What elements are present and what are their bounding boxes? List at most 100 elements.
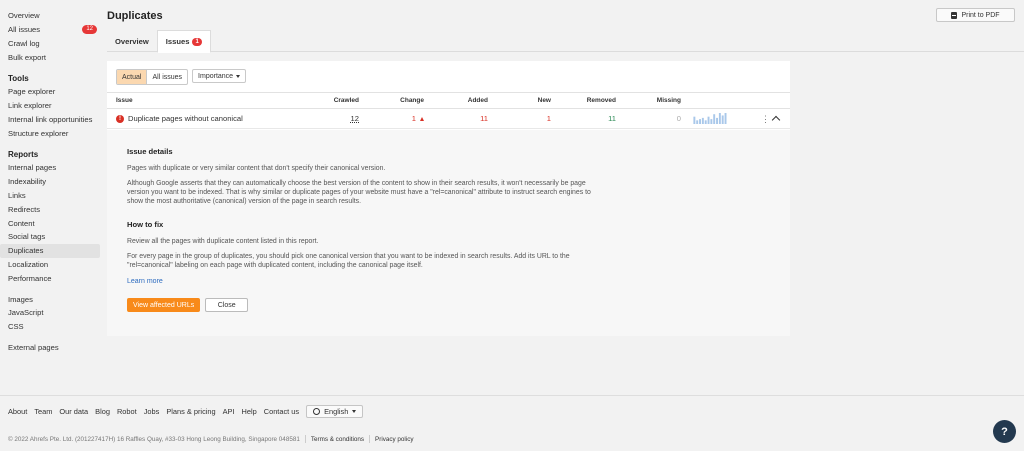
issue-details-summary: Pages with duplicate or very similar con… <box>127 165 386 172</box>
sparkline-bar <box>701 117 704 124</box>
pdf-icon <box>951 11 958 19</box>
page-title: Duplicates <box>107 10 163 22</box>
how-to-fix-summary: Review all the pages with duplicate cont… <box>127 238 319 245</box>
footer-link-jobs[interactable]: Jobs <box>144 407 160 416</box>
sidebar-heading-reports: Reports <box>8 149 39 159</box>
sidebar-item-page-explorer[interactable]: Page explorer <box>0 85 100 99</box>
removed-value[interactable]: 11 <box>608 114 616 123</box>
header-change[interactable]: Change <box>382 93 424 108</box>
removed-cell: 11 <box>575 109 616 128</box>
sidebar-item-content[interactable]: Content <box>0 216 100 230</box>
sidebar-item-css[interactable]: CSS <box>0 320 100 334</box>
header-new[interactable]: New <box>511 93 551 108</box>
issue-cell: ! Duplicate pages without canonical <box>116 109 243 128</box>
tab-overview[interactable]: Overview <box>107 30 157 52</box>
footer-link-team[interactable]: Team <box>34 407 52 416</box>
triangle-up-icon <box>420 116 424 121</box>
sidebar-item-social-tags[interactable]: Social tags <box>0 230 100 244</box>
sidebar-heading-tools: Tools <box>8 73 29 83</box>
footer-link-plans-pricing[interactable]: Plans & pricing <box>166 407 215 416</box>
close-button[interactable]: Close <box>205 298 249 312</box>
chevron-up-icon[interactable] <box>771 115 781 125</box>
issue-details-body: Although Google asserts that they can au… <box>127 180 591 205</box>
sidebar-item-overview[interactable]: Overview <box>0 9 100 23</box>
table-header: Issue Crawled Change Added New Removed M… <box>107 92 790 109</box>
footer-legal: © 2022 Ahrefs Pte. Ltd. (201227417H) 16 … <box>8 435 414 443</box>
sidebar-item-all-issues[interactable]: All issues 12 <box>0 23 100 37</box>
sidebar-item-internal-link-opportunities[interactable]: Internal link opportunities <box>0 113 100 127</box>
sparkline-bar <box>693 116 696 124</box>
missing-value: 0 <box>676 114 681 123</box>
terms-link[interactable]: Terms & conditions <box>311 436 364 443</box>
sidebar-item-indexability[interactable]: Indexability <box>0 175 100 189</box>
change-value[interactable]: 1 <box>412 114 416 123</box>
missing-cell: 0 <box>639 109 681 128</box>
trend-sparkline <box>693 113 727 124</box>
details-actions: View affected URLs Close <box>127 298 770 312</box>
chevron-down-icon <box>236 74 241 78</box>
sparkline-bar <box>718 113 721 124</box>
error-icon: ! <box>116 114 124 123</box>
chevron-down-icon <box>352 410 357 413</box>
sidebar-item-localization[interactable]: Localization <box>0 258 100 272</box>
header-crawled[interactable]: Crawled <box>319 93 359 108</box>
added-value[interactable]: 11 <box>480 114 488 123</box>
issues-count-badge: 12 <box>82 25 97 35</box>
footer-link-contact-us[interactable]: Contact us <box>264 407 299 416</box>
sidebar-item-link-explorer[interactable]: Link explorer <box>0 99 100 113</box>
importance-dropdown[interactable]: Importance <box>192 69 247 83</box>
copyright-text: © 2022 Ahrefs Pte. Ltd. (201227417H) 16 … <box>8 435 300 443</box>
how-to-fix-heading: How to fix <box>127 220 164 229</box>
change-cell: 1 <box>382 109 424 128</box>
sidebar-item-internal-pages[interactable]: Internal pages <box>0 161 100 175</box>
sidebar-item-redirects[interactable]: Redirects <box>0 202 100 216</box>
filter-bar: Actual All issues Importance <box>116 69 247 85</box>
sparkline-bar <box>699 119 701 124</box>
sparkline-bar <box>704 120 707 124</box>
header-removed[interactable]: Removed <box>575 93 616 108</box>
globe-icon <box>313 408 321 415</box>
tab-issues[interactable]: Issues 1 <box>156 30 211 53</box>
filter-actual-button[interactable]: Actual <box>117 70 147 84</box>
sparkline-bar <box>707 116 710 124</box>
footer-link-robot[interactable]: Robot <box>117 407 137 416</box>
sparkline-bar <box>716 117 718 124</box>
sidebar-item-crawl-log[interactable]: Crawl log <box>0 37 100 51</box>
learn-more-link[interactable]: Learn more <box>127 278 163 285</box>
sidebar-item-performance[interactable]: Performance <box>0 271 100 285</box>
help-chat-button[interactable]: ? <box>993 420 1016 443</box>
footer-link-api[interactable]: API <box>223 407 235 416</box>
footer: About Team Our data Blog Robot Jobs Plan… <box>0 395 1024 451</box>
issue-name[interactable]: Duplicate pages without canonical <box>128 114 243 123</box>
sidebar-item-links[interactable]: Links <box>0 189 100 203</box>
more-options-icon[interactable]: ⋮ <box>761 109 770 129</box>
header-missing[interactable]: Missing <box>639 93 681 108</box>
footer-link-blog[interactable]: Blog <box>95 407 110 416</box>
footer-link-about[interactable]: About <box>8 407 27 416</box>
header-issue[interactable]: Issue <box>116 93 133 108</box>
table-row[interactable]: ! Duplicate pages without canonical 12 1… <box>107 109 790 129</box>
issue-details-heading: Issue details <box>127 147 173 156</box>
view-affected-urls-button[interactable]: View affected URLs <box>127 298 201 312</box>
language-selector[interactable]: English <box>306 405 364 418</box>
sidebar-item-javascript[interactable]: JavaScript <box>0 306 100 320</box>
new-value[interactable]: 1 <box>547 114 551 123</box>
header-added[interactable]: Added <box>447 93 488 108</box>
sidebar-item-images[interactable]: Images <box>0 292 100 306</box>
issue-scope-toggle: Actual All issues <box>116 69 189 85</box>
sidebar-item-external-pages[interactable]: External pages <box>0 341 100 355</box>
sidebar: Overview All issues 12 Crawl log Bulk exp… <box>0 0 100 354</box>
added-cell: 11 <box>447 109 488 128</box>
crawled-value-link[interactable]: 12 <box>351 114 359 123</box>
print-to-pdf-button[interactable]: Print to PDF <box>936 8 1015 22</box>
crawled-cell: 12 <box>319 109 359 128</box>
footer-link-our-data[interactable]: Our data <box>59 407 88 416</box>
filter-all-issues-button[interactable]: All issues <box>146 70 187 84</box>
footer-link-help[interactable]: Help <box>242 407 257 416</box>
sidebar-item-structure-explorer[interactable]: Structure explorer <box>0 126 100 140</box>
privacy-link[interactable]: Privacy policy <box>375 436 414 443</box>
sidebar-item-duplicates[interactable]: Duplicates <box>0 243 100 258</box>
issue-details-panel: Issue details Pages with duplicate or ve… <box>107 130 790 336</box>
footer-links: About Team Our data Blog Robot Jobs Plan… <box>8 405 364 418</box>
sidebar-item-bulk-export[interactable]: Bulk export <box>0 50 100 64</box>
